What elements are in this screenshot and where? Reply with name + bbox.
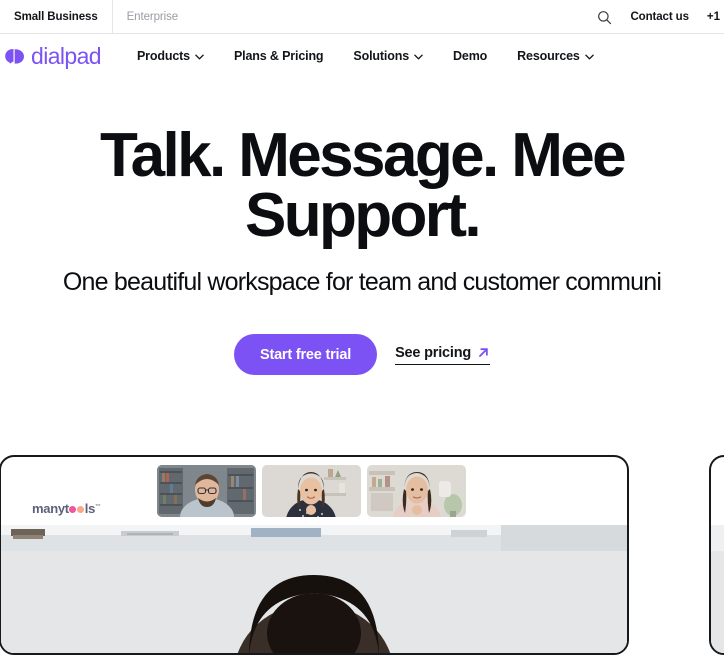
- page-title: Talk. Message. Mee Support.: [0, 125, 724, 250]
- nav-item-demo[interactable]: Demo: [453, 49, 487, 63]
- dialpad-mark-icon: [4, 48, 26, 65]
- chevron-down-icon: [414, 53, 423, 60]
- segment-small-business[interactable]: Small Business: [0, 0, 112, 34]
- search-icon[interactable]: [597, 10, 612, 25]
- main-navigation: dialpad Products Plans & Pricing Solutio…: [0, 34, 724, 78]
- audience-segment-switcher: Small Business Enterprise: [0, 0, 192, 34]
- manytools-dot-pink-icon: [69, 505, 77, 513]
- hero-section: Talk. Message. Mee Support. One beautifu…: [0, 125, 724, 375]
- manytools-prefix: manyt: [32, 501, 69, 516]
- nav-item-label: Solutions: [353, 49, 410, 63]
- hero-title-line-2: Support.: [244, 181, 482, 250]
- nav-item-plans-pricing[interactable]: Plans & Pricing: [233, 49, 324, 63]
- hero-subtitle: One beautiful workspace for team and cus…: [62, 268, 662, 296]
- see-pricing-label: See pricing: [395, 344, 472, 361]
- utility-bar: Small Business Enterprise Contact us +1: [0, 0, 724, 34]
- meeting-app-card: manyt ls ™: [0, 455, 629, 655]
- nav-item-resources[interactable]: Resources: [517, 49, 594, 63]
- contact-us-link[interactable]: Contact us: [630, 11, 689, 23]
- dialpad-wordmark: dialpad: [31, 42, 102, 69]
- segment-enterprise[interactable]: Enterprise: [113, 0, 192, 34]
- chevron-down-icon: [584, 53, 594, 60]
- nav-item-solutions[interactable]: Solutions: [353, 49, 423, 63]
- manytools-suffix: ls: [84, 501, 96, 516]
- secondary-video-feed: [711, 525, 724, 653]
- manytools-logo: manyt ls ™: [32, 501, 101, 516]
- manytools-trademark: ™: [95, 504, 101, 510]
- participant-tile-2[interactable]: [262, 465, 361, 517]
- manytools-dot-peach-icon: [77, 505, 85, 513]
- arrow-up-right-icon: [477, 346, 490, 359]
- utility-bar-right: Contact us +1: [597, 0, 724, 34]
- dialpad-logo[interactable]: dialpad: [4, 42, 102, 69]
- hero-title-line-1: Talk. Message. Mee: [99, 121, 627, 190]
- product-showcase: manyt ls ™: [0, 455, 724, 655]
- nav-item-label: Resources: [517, 49, 580, 63]
- participant-tile-1[interactable]: [157, 465, 256, 517]
- nav-items: Products Plans & Pricing Solutions Demo …: [137, 49, 594, 63]
- participant-thumbnails: [157, 465, 466, 517]
- nav-item-label: Demo: [453, 49, 488, 63]
- phone-number[interactable]: +1: [707, 11, 720, 23]
- hero-cta-row: Start free trial See pricing: [0, 334, 724, 375]
- see-pricing-link[interactable]: See pricing: [395, 344, 491, 365]
- start-free-trial-button[interactable]: Start free trial: [233, 334, 378, 375]
- nav-item-label: Products: [136, 49, 190, 63]
- secondary-device-card: [709, 455, 724, 655]
- chevron-down-icon: [195, 53, 204, 60]
- nav-item-products[interactable]: Products: [137, 49, 204, 63]
- participant-tile-3[interactable]: [367, 465, 466, 517]
- nav-item-label: Plans & Pricing: [233, 49, 324, 63]
- main-video-feed[interactable]: [1, 525, 627, 653]
